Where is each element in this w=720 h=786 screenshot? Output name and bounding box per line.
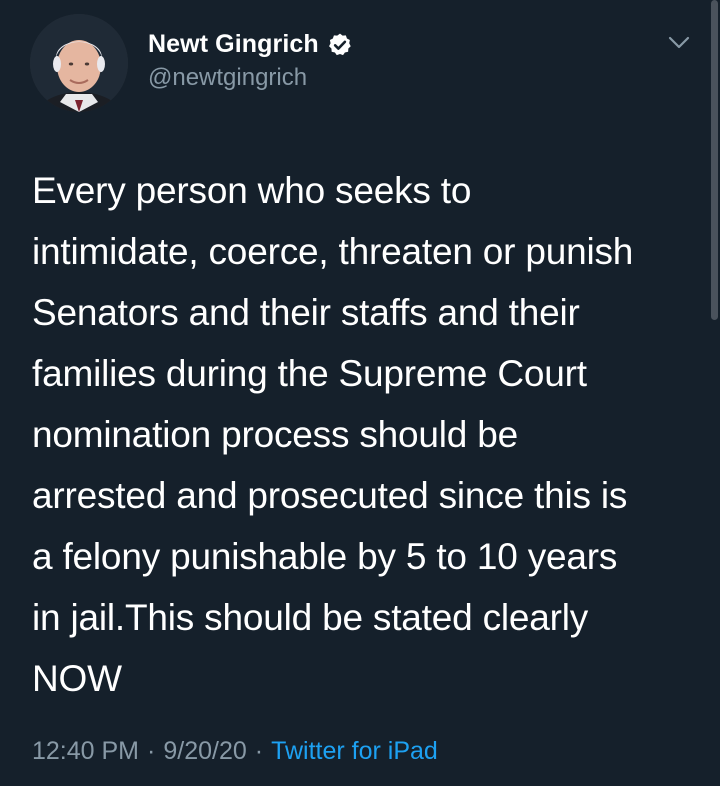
tweet-source-link[interactable]: Twitter for iPad — [271, 737, 438, 765]
verified-badge-icon — [327, 32, 353, 58]
tweet-text: Every person who seeks to intimidate, co… — [32, 170, 634, 699]
tweet-time[interactable]: 12:40 PM — [32, 737, 139, 765]
author-handle[interactable]: @newtgingrich — [148, 64, 353, 92]
author-info: Newt Gingrich @newtgingrich — [148, 30, 353, 92]
meta-separator: · — [147, 737, 156, 765]
author-display-name[interactable]: Newt Gingrich — [148, 30, 319, 59]
tweet-meta: 12:40 PM · 9/20/20 · Twitter for iPad — [32, 737, 438, 766]
scrollbar[interactable] — [711, 0, 718, 320]
chevron-down-icon[interactable] — [668, 36, 690, 50]
meta-separator: · — [254, 737, 264, 765]
tweet-date[interactable]: 9/20/20 — [163, 737, 246, 765]
tweet-header: Newt Gingrich @newtgingrich — [0, 0, 720, 120]
avatar[interactable] — [30, 14, 128, 112]
